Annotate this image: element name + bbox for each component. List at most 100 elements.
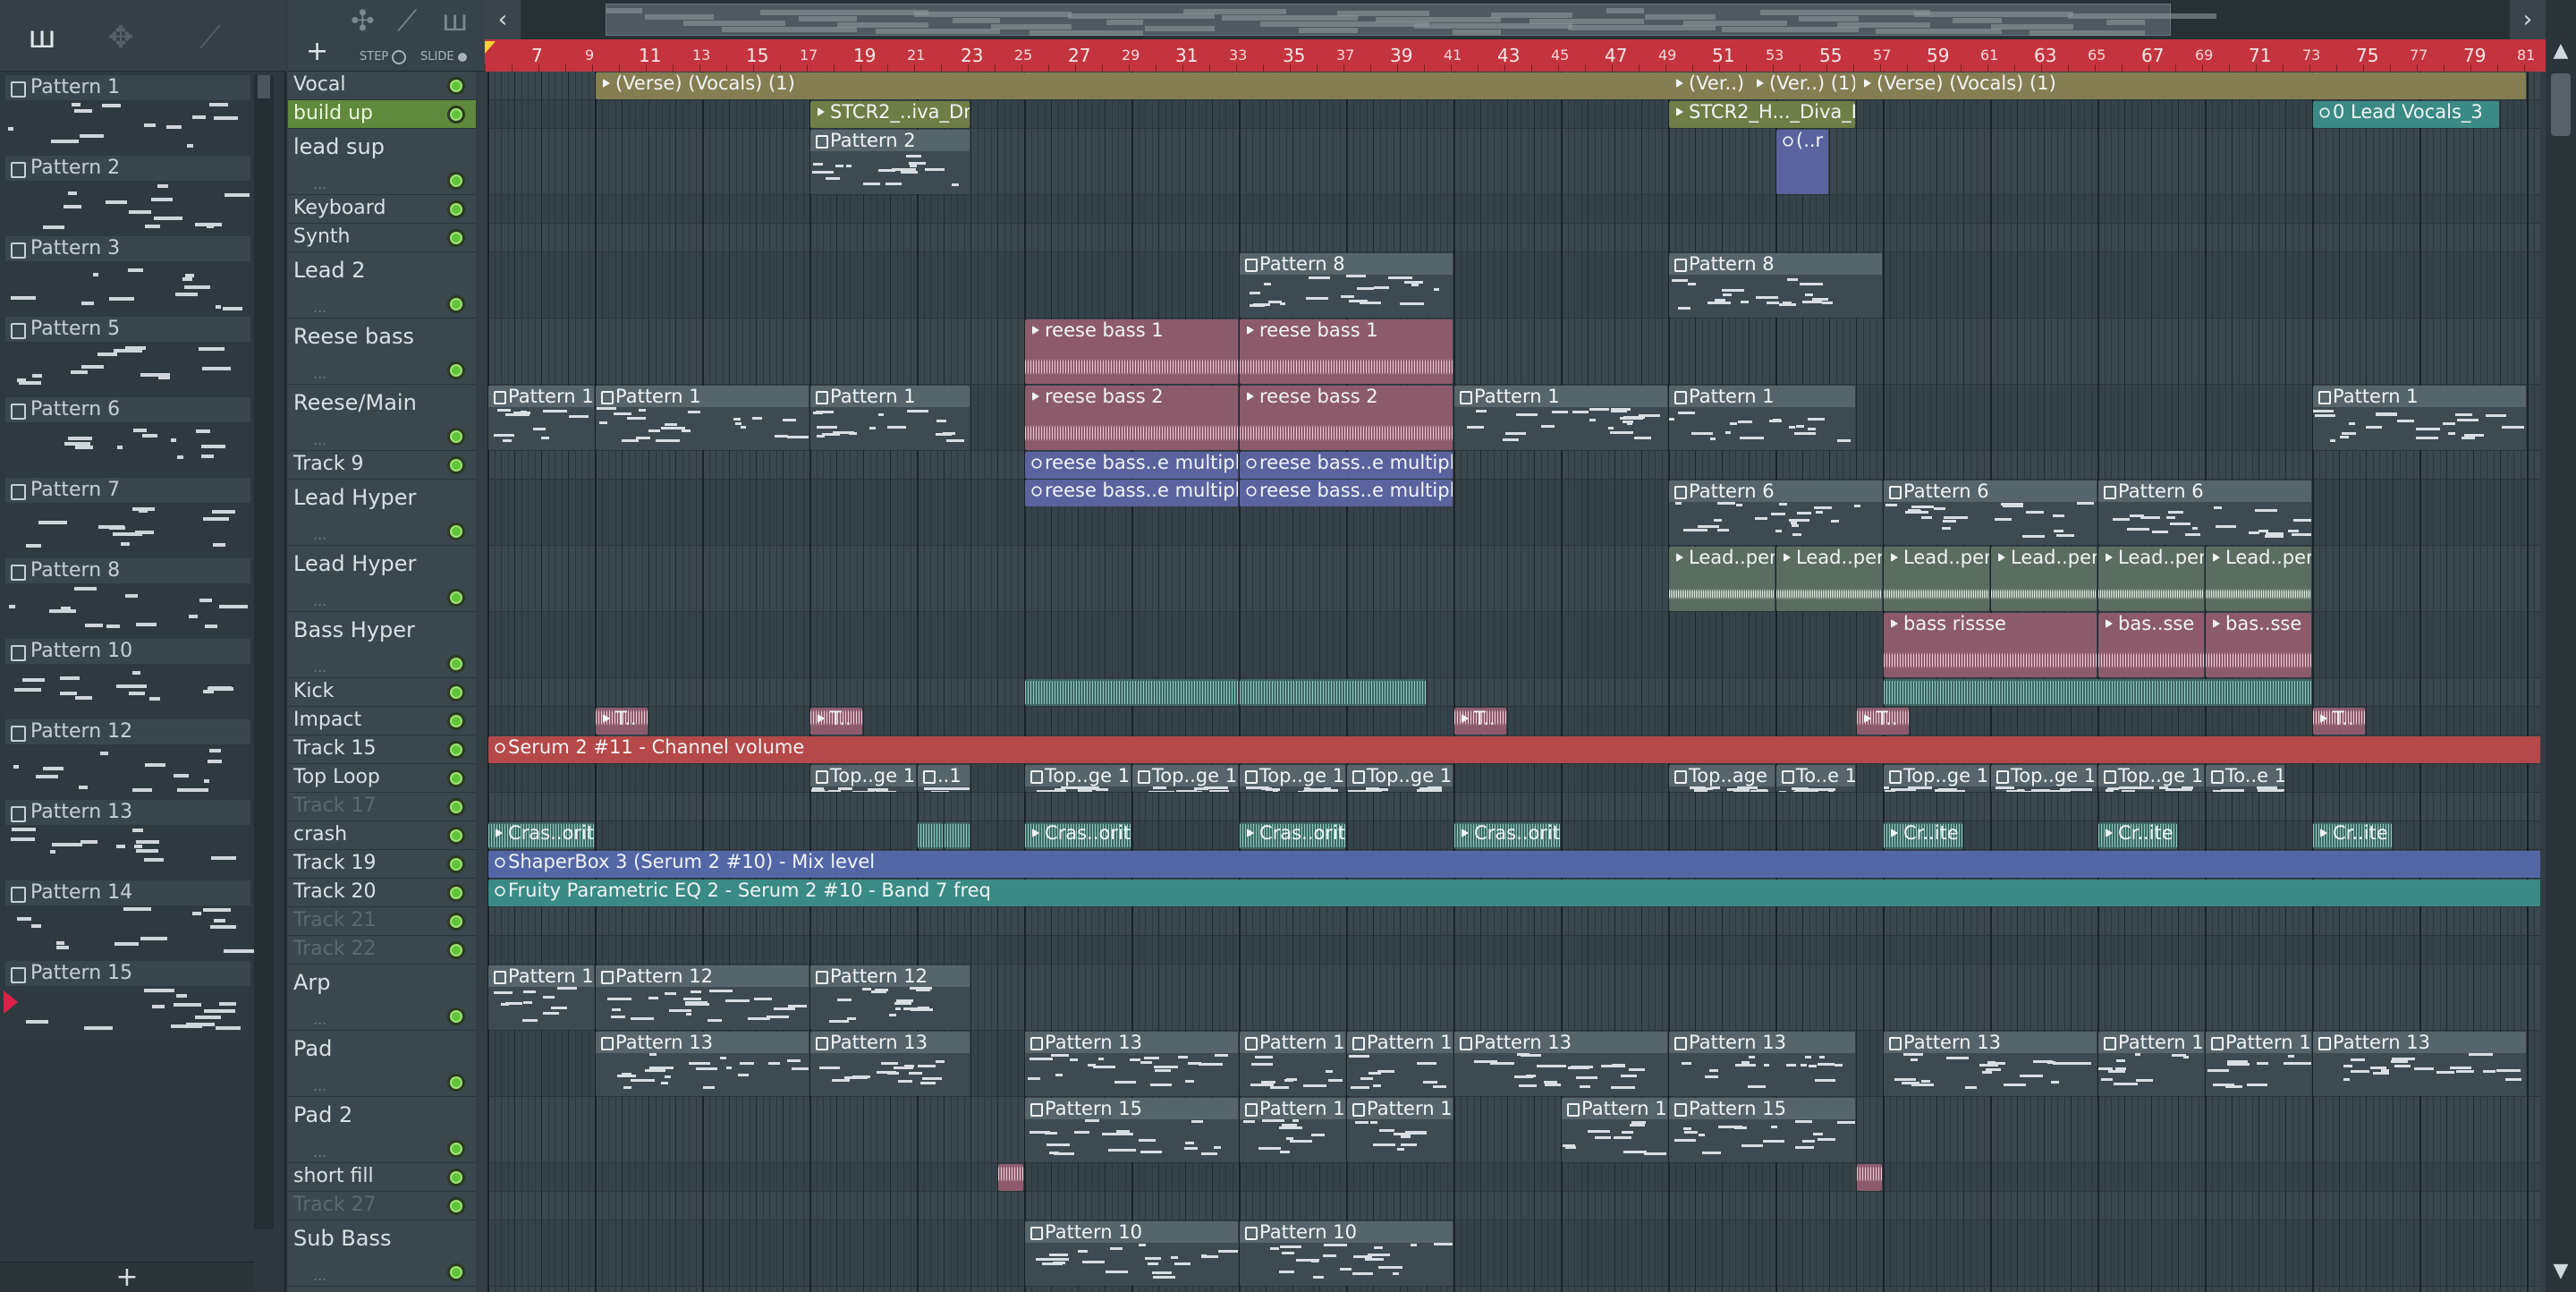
playlist-vertical-scrollbar[interactable]: ▲ ▼ xyxy=(2546,0,2576,1292)
track-header[interactable]: Impact xyxy=(288,707,476,735)
playlist-clip[interactable]: Top..ge 1 xyxy=(810,765,916,792)
playlist-clip[interactable]: reese bass 2 xyxy=(1240,386,1453,450)
track-name[interactable]: Track 15 xyxy=(293,737,377,760)
playlist-clip[interactable]: ..1 xyxy=(918,765,970,792)
slide-toggle[interactable] xyxy=(458,53,467,62)
add-pattern-button[interactable]: + xyxy=(0,1262,254,1292)
track-header[interactable]: build up xyxy=(288,100,476,129)
track-header[interactable]: Track 20 xyxy=(288,879,476,907)
playlist-clip[interactable]: Pattern 1 xyxy=(2313,386,2526,450)
playlist-clip[interactable]: reese bass..e multiplier xyxy=(1025,480,1238,506)
playlist-clip[interactable]: To..e 1 xyxy=(1776,765,1855,792)
playlist-clip[interactable]: reese bass..e multiplier xyxy=(1240,452,1453,479)
track-mute-led[interactable] xyxy=(447,589,465,607)
playlist-clip[interactable]: Pattern 1 xyxy=(488,386,594,450)
playlist-clip[interactable]: T.. xyxy=(1857,708,1909,735)
track-mute-led[interactable] xyxy=(447,655,465,673)
playlist-clip[interactable]: Pattern 15 xyxy=(1240,1098,1345,1162)
scroll-down-button[interactable]: ▼ xyxy=(2546,1260,2576,1287)
track-mute-led[interactable] xyxy=(447,913,465,931)
track-name[interactable]: Synth xyxy=(293,225,351,248)
track-name[interactable]: Bass Hyper xyxy=(293,617,415,642)
track-name[interactable]: crash xyxy=(293,823,347,846)
track-name[interactable]: lead sup xyxy=(293,134,385,159)
track-header[interactable]: Track 17 xyxy=(288,793,476,821)
playlist-clip[interactable]: Cr..ite xyxy=(2313,822,2392,849)
playlist-clip[interactable]: bas..sse xyxy=(2098,613,2204,677)
playlist-clip[interactable]: reese bass 1 xyxy=(1025,319,1238,384)
playlist-clip[interactable]: Pattern 13 xyxy=(1884,1032,2097,1096)
track-mute-led[interactable] xyxy=(447,798,465,816)
track-name[interactable]: Top Loop xyxy=(293,766,380,788)
playlist-clip[interactable]: Pattern 13 xyxy=(2313,1032,2526,1096)
track-mute-led[interactable] xyxy=(447,741,465,759)
playlist-clip[interactable]: To..e 1 xyxy=(2206,765,2284,792)
track-name[interactable]: Arp xyxy=(293,970,331,995)
playlist-clip[interactable]: Pattern 10 xyxy=(1025,1221,1238,1286)
pattern-item[interactable]: Pattern 5 xyxy=(5,317,250,397)
pattern-item[interactable]: Pattern 2 xyxy=(5,156,250,236)
playlist-clip[interactable]: Pattern 13 xyxy=(810,1032,970,1096)
playlist-clip[interactable]: T.. xyxy=(810,708,862,735)
playlist-grid[interactable]: (Verse) (Vocals) (1)(Ver..) (1)(Ver..) (… xyxy=(487,72,2540,1292)
step-toggle[interactable] xyxy=(392,50,406,64)
pattern-item[interactable]: Pattern 10 xyxy=(5,639,250,719)
track-mute-led[interactable] xyxy=(447,1074,465,1092)
playlist-clip[interactable]: (Verse) (Vocals) (1) xyxy=(1857,72,2526,99)
track-header[interactable]: Track 22 xyxy=(288,936,476,965)
track-name[interactable]: Lead Hyper xyxy=(293,485,416,510)
track-header[interactable]: Kick xyxy=(288,678,476,707)
track-header[interactable]: Bass Hyper... xyxy=(288,612,476,678)
wave-tool-icon[interactable]: ✣ xyxy=(351,4,375,38)
track-mute-led[interactable] xyxy=(447,361,465,379)
playlist-clip[interactable]: Pattern 6 xyxy=(1884,480,2097,545)
playlist-clip[interactable]: Pattern 15 xyxy=(1347,1098,1453,1162)
track-mute-led[interactable] xyxy=(447,1007,465,1025)
playlist-clip[interactable]: Lead..per xyxy=(1776,547,1882,611)
playlist-clip[interactable] xyxy=(1884,679,2311,706)
pattern-item[interactable]: Pattern 3 xyxy=(5,236,250,317)
track-header[interactable]: Arp... xyxy=(288,965,476,1031)
track-name[interactable]: Pad xyxy=(293,1036,332,1061)
track-header[interactable]: Lead Hyper... xyxy=(288,546,476,612)
playlist-clip[interactable]: Pattern 13 xyxy=(1669,1032,1855,1096)
picker-scroll-thumb[interactable] xyxy=(258,75,270,98)
track-name[interactable]: Track 21 xyxy=(293,909,377,931)
playlist-clip[interactable]: Pattern 15 xyxy=(1562,1098,1667,1162)
playlist-clip[interactable]: Cras..orite xyxy=(1454,822,1560,849)
playlist-clip[interactable]: Cras..orite xyxy=(1025,822,1131,849)
playlist-clip[interactable]: Pattern 1 xyxy=(1454,386,1667,450)
pattern-item[interactable]: Pattern 7 xyxy=(5,478,250,558)
track-name[interactable]: Lead 2 xyxy=(293,258,366,283)
pattern-item[interactable]: Pattern 8 xyxy=(5,558,250,639)
playlist-clip[interactable] xyxy=(918,822,943,849)
playlist-clip[interactable]: Pattern 13 xyxy=(1240,1032,1345,1096)
playlist-clip[interactable]: Top..ge 1 xyxy=(1347,765,1453,792)
playlist-clip[interactable]: Pattern 13 xyxy=(1347,1032,1453,1096)
track-mute-led[interactable] xyxy=(447,827,465,845)
playlist-clip[interactable]: Pattern 1 xyxy=(810,386,970,450)
playlist-clip[interactable]: Pattern 1 xyxy=(596,386,809,450)
playlist-clip[interactable]: (Ver..) (1) xyxy=(1750,72,1855,99)
playlist-clip[interactable]: Pattern 2 xyxy=(810,130,970,194)
track-mute-led[interactable] xyxy=(447,769,465,787)
track-name[interactable]: Keyboard xyxy=(293,197,386,219)
playlist-clip[interactable]: STCR2_..iva_Dm xyxy=(810,101,970,128)
track-mute-led[interactable] xyxy=(447,684,465,701)
audio-icon[interactable]: ✥ xyxy=(98,20,143,55)
playlist-clip[interactable]: Cras..orite xyxy=(488,822,594,849)
playlist-clip[interactable]: Top..ge 1 xyxy=(1884,765,1989,792)
playlist-clip[interactable]: Cr..ite xyxy=(2098,822,2177,849)
scroll-thumb[interactable] xyxy=(2551,73,2571,136)
playlist-clip[interactable] xyxy=(1025,679,1238,706)
pattern-item[interactable]: Pattern 12 xyxy=(5,719,250,800)
draw-tool-icon[interactable]: ⟋ xyxy=(397,4,417,38)
track-header[interactable]: lead sup... xyxy=(288,129,476,195)
playlist-clip[interactable]: Serum 2 #11 - Channel volume xyxy=(488,736,2540,763)
playlist-clip[interactable]: Pattern 13 xyxy=(596,1032,809,1096)
track-mute-led[interactable] xyxy=(447,712,465,730)
pattern-item[interactable]: Pattern 14 xyxy=(5,880,254,961)
track-header[interactable]: short fill xyxy=(288,1163,476,1192)
track-header[interactable]: Synth xyxy=(288,224,476,252)
track-name[interactable]: Kick xyxy=(293,680,334,702)
